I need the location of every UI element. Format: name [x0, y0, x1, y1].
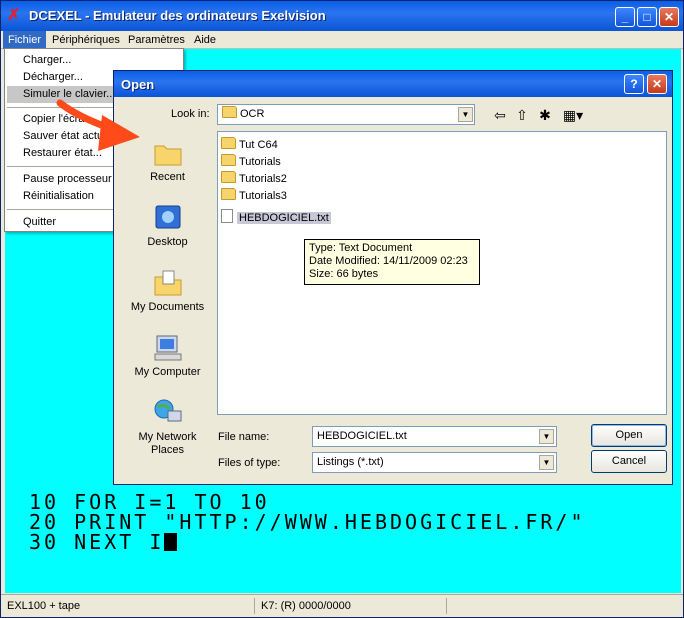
- folder-icon: [221, 137, 236, 149]
- place-my-network-label: My Network Places: [138, 431, 197, 456]
- desktop-icon: [155, 205, 181, 229]
- recent-folder-icon: [154, 145, 182, 166]
- title-bar[interactable]: ✗ DCEXEL - Emulateur des ordinateurs Exe…: [1, 1, 683, 31]
- text-file-icon: [221, 209, 233, 223]
- tooltip-type: Type: Text Document: [309, 242, 413, 254]
- back-icon[interactable]: ⇦: [490, 106, 510, 124]
- annotation-arrow-icon: [56, 99, 140, 151]
- app-icon: ✗: [7, 7, 21, 24]
- place-my-documents-label: My Documents: [130, 301, 205, 313]
- files-of-type-label: Files of type:: [218, 457, 281, 469]
- dialog-title-bar[interactable]: Open ? ✕: [114, 71, 672, 97]
- chevron-down-icon[interactable]: ▼: [458, 107, 473, 122]
- folder-icon: [221, 188, 236, 200]
- minimize-button[interactable]: _: [615, 7, 635, 27]
- file-name-label: File name:: [218, 431, 270, 443]
- open-dialog: Open ? ✕ Look in: OCR ▼ ⇦ ⇧ ✱ ▦▾ Recent …: [113, 70, 673, 485]
- open-button[interactable]: Open: [591, 424, 667, 447]
- list-item[interactable]: Tutorials: [221, 154, 281, 170]
- window-title: DCEXEL - Emulateur des ordinateurs Exelv…: [29, 8, 326, 23]
- list-item-selected[interactable]: HEBDOGICIEL.txt: [221, 209, 331, 225]
- my-documents-icon: [154, 270, 182, 296]
- menu-aide[interactable]: Aide: [189, 31, 221, 49]
- basic-line-1: 10 FOR I=1 TO 10: [29, 490, 270, 514]
- my-computer-icon: [154, 335, 182, 361]
- menu-peripheriques[interactable]: Périphériques: [47, 31, 125, 49]
- file-name-input[interactable]: HEBDOGICIEL.txt ▼: [312, 426, 557, 447]
- status-tape: K7: (R) 0000/0000: [257, 598, 447, 614]
- dialog-title: Open: [121, 77, 155, 92]
- new-folder-icon[interactable]: ✱: [535, 106, 555, 124]
- help-button[interactable]: ?: [624, 74, 644, 94]
- place-desktop-label: Desktop: [147, 236, 188, 248]
- basic-line-3: 30 NEXT I: [29, 530, 165, 554]
- list-item[interactable]: Tut C64: [221, 137, 278, 153]
- basic-line-3-row: 30 NEXT I: [29, 530, 178, 554]
- list-item[interactable]: Tutorials2: [221, 171, 287, 187]
- status-machine: EXL100 + tape: [3, 598, 255, 614]
- cancel-button[interactable]: Cancel: [591, 450, 667, 473]
- menu-bar: Fichier Périphériques Paramètres Aide: [1, 31, 683, 49]
- tooltip-modified: Date Modified: 14/11/2009 02:23: [309, 255, 468, 267]
- chevron-down-icon[interactable]: ▼: [539, 455, 554, 470]
- menu-parametres[interactable]: Paramètres: [123, 31, 190, 49]
- text-cursor: [164, 533, 178, 551]
- folder-icon: [222, 106, 237, 118]
- look-in-label: Look in:: [171, 108, 210, 120]
- place-recent-label: Recent: [150, 171, 185, 183]
- status-bar: EXL100 + tape K7: (R) 0000/0000: [1, 594, 683, 617]
- file-tooltip: Type: Text Document Date Modified: 14/11…: [304, 239, 480, 285]
- menu-item-charger[interactable]: Charger...: [7, 52, 181, 69]
- status-empty: [449, 598, 679, 614]
- files-of-type-select[interactable]: Listings (*.txt) ▼: [312, 452, 557, 473]
- menu-fichier[interactable]: Fichier: [3, 31, 47, 49]
- folder-icon: [221, 154, 236, 166]
- up-folder-icon[interactable]: ⇧: [512, 106, 532, 124]
- maximize-button[interactable]: □: [637, 7, 657, 27]
- place-my-computer-label: My Computer: [134, 366, 201, 378]
- places-bar: Recent Desktop My Documents My Computer: [123, 127, 212, 456]
- tooltip-size: Size: 66 bytes: [309, 268, 379, 280]
- dialog-close-button[interactable]: ✕: [647, 74, 667, 94]
- view-menu-icon[interactable]: ▦▾: [559, 106, 587, 124]
- look-in-value: OCR: [240, 108, 265, 120]
- close-button[interactable]: ✕: [659, 7, 679, 27]
- list-item[interactable]: Tutorials3: [221, 188, 287, 204]
- basic-line-2: 20 PRINT "HTTP://WWW.HEBDOGICIEL.FR/": [29, 510, 586, 534]
- look-in-combo[interactable]: OCR ▼: [217, 104, 475, 125]
- folder-icon: [221, 171, 236, 183]
- my-network-icon: [154, 399, 182, 422]
- chevron-down-icon[interactable]: ▼: [539, 429, 554, 444]
